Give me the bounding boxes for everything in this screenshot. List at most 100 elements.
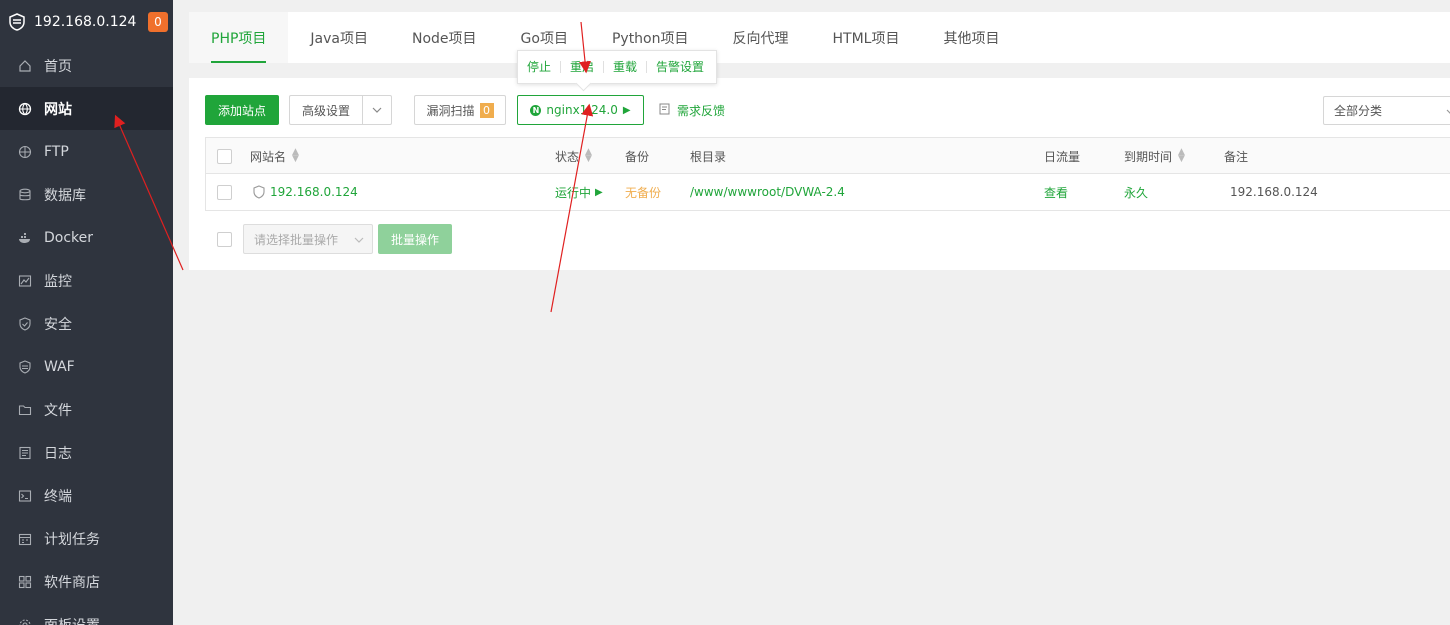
table-header-row: 网站名 ▲ ▼ 状态 ▲ ▼ 备份 根目录 日流量 到期时间 ▲ ▼ 备注 — [206, 138, 1450, 174]
sidebar-header: 192.168.0.124 0 — [0, 0, 173, 44]
sidebar-item-appstore[interactable]: 软件商店 — [0, 560, 173, 603]
site-name-link[interactable]: 192.168.0.124 — [252, 174, 358, 210]
sidebar-item-files[interactable]: 文件 — [0, 388, 173, 431]
feedback-link[interactable]: 需求反馈 — [659, 95, 725, 125]
sidebar-item-label: 日志 — [44, 445, 72, 462]
advanced-settings-button[interactable]: 高级设置 — [290, 96, 363, 124]
vulnerability-scan-button[interactable]: 漏洞扫描 0 — [414, 95, 506, 125]
root-dir-link[interactable]: /www/wwwroot/DVWA-2.4 — [690, 174, 845, 210]
add-site-button[interactable]: 添加站点 — [205, 95, 279, 125]
waf-icon — [18, 359, 32, 374]
chevron-down-icon — [354, 232, 364, 246]
site-list-panel: 添加站点 高级设置 漏洞扫描 0 N nginx1.24.0 ▶ 需求反馈 全部… — [189, 78, 1450, 270]
header-label: 状态 — [555, 149, 580, 164]
folder-icon — [18, 403, 32, 417]
home-icon — [18, 59, 32, 73]
batch-select-checkbox[interactable] — [217, 232, 232, 247]
site-name: 192.168.0.124 — [270, 185, 358, 199]
sort-icon: ▲ ▼ — [292, 147, 299, 164]
sidebar-item-security[interactable]: 安全 — [0, 302, 173, 345]
notification-badge[interactable]: 0 — [148, 12, 168, 32]
header-root-dir: 根目录 — [690, 149, 727, 164]
header-expire[interactable]: 到期时间 ▲ ▼ — [1124, 138, 1185, 174]
sidebar-item-label: Docker — [44, 229, 94, 246]
site-status[interactable]: 运行中 ▶ — [555, 174, 603, 210]
category-select[interactable]: 全部分类 — [1323, 96, 1450, 125]
header-label: 到期时间 — [1124, 149, 1173, 164]
tab-php[interactable]: PHP项目 — [189, 12, 289, 63]
project-tabs: PHP项目 Java项目 Node项目 Go项目 Python项目 反向代理 H… — [189, 12, 1450, 63]
traffic-link[interactable]: 查看 — [1044, 174, 1068, 210]
sidebar-item-waf[interactable]: WAF — [0, 345, 173, 388]
sidebar-item-logs[interactable]: 日志 — [0, 431, 173, 474]
host-ip: 192.168.0.124 — [34, 14, 137, 30]
sidebar-item-home[interactable]: 首页 — [0, 44, 173, 87]
sidebar-item-label: FTP — [44, 143, 69, 160]
header-backup: 备份 — [625, 149, 650, 164]
sidebar-item-label: 网站 — [44, 101, 72, 118]
play-icon: ▶ — [595, 186, 603, 198]
play-icon: ▶ — [622, 104, 631, 116]
tab-java[interactable]: Java项目 — [288, 12, 390, 63]
batch-operation-button[interactable]: 批量操作 — [378, 224, 452, 254]
sidebar-item-monitor[interactable]: 监控 — [0, 259, 173, 302]
chevron-down-icon[interactable] — [363, 96, 391, 124]
row-checkbox[interactable] — [217, 184, 232, 200]
sidebar-item-ftp[interactable]: FTP — [0, 130, 173, 173]
sidebar-item-database[interactable]: 数据库 — [0, 173, 173, 216]
shield-icon — [18, 316, 32, 331]
ftp-icon — [18, 145, 32, 159]
sidebar-item-label: 监控 — [44, 273, 72, 290]
nginx-service-button[interactable]: N nginx1.24.0 ▶ — [517, 95, 644, 125]
header-site-name[interactable]: 网站名 ▲ ▼ — [250, 138, 299, 174]
sidebar-item-label: 终端 — [44, 488, 72, 505]
apps-icon — [18, 575, 32, 589]
batch-operation-select[interactable]: 请选择批量操作 — [243, 224, 373, 254]
waf-shield-icon — [252, 185, 266, 199]
site-table: 网站名 ▲ ▼ 状态 ▲ ▼ 备份 根目录 日流量 到期时间 ▲ ▼ 备注 192. — [205, 137, 1450, 211]
scan-count-badge: 0 — [479, 102, 494, 118]
scan-label: 漏洞扫描 — [426, 103, 475, 118]
header-status[interactable]: 状态 ▲ ▼ — [555, 138, 592, 174]
alert-settings-action[interactable]: 告警设置 — [647, 61, 713, 73]
nginx-actions-popover: 停止 重启 重载 告警设置 — [517, 50, 717, 84]
sidebar-item-label: 计划任务 — [44, 531, 100, 548]
status-label: 运行中 — [555, 185, 592, 200]
tab-node[interactable]: Node项目 — [390, 12, 499, 63]
panel-logo-icon — [8, 13, 26, 31]
restart-action[interactable]: 重启 — [561, 61, 605, 73]
docker-icon — [18, 231, 32, 245]
settings-icon — [18, 618, 32, 625]
sidebar-item-cron[interactable]: 计划任务 — [0, 517, 173, 560]
tab-other[interactable]: 其他项目 — [921, 12, 1021, 63]
table-row: 192.168.0.124 运行中 ▶ 无备份 /www/wwwroot/DVW… — [206, 174, 1450, 210]
header-label: 网站名 — [250, 149, 287, 164]
tab-reverse-proxy[interactable]: 反向代理 — [711, 12, 811, 63]
sidebar-item-label: 文件 — [44, 402, 72, 419]
batch-placeholder: 请选择批量操作 — [254, 232, 339, 247]
sidebar-item-terminal[interactable]: 终端 — [0, 474, 173, 517]
nginx-version-label: nginx1.24.0 — [546, 103, 618, 117]
header-note: 备注 — [1224, 149, 1249, 164]
terminal-icon — [18, 489, 32, 503]
category-value: 全部分类 — [1334, 104, 1383, 118]
sidebar-item-label: 数据库 — [44, 187, 86, 204]
sidebar-item-docker[interactable]: Docker — [0, 216, 173, 259]
sidebar-item-settings[interactable]: 面板设置 — [0, 603, 173, 625]
expire-link[interactable]: 永久 — [1124, 174, 1148, 210]
sort-icon: ▲ ▼ — [585, 147, 592, 164]
select-all-checkbox[interactable] — [217, 148, 232, 164]
stop-action[interactable]: 停止 — [518, 61, 562, 73]
note-field[interactable]: 192.168.0.124 — [1230, 174, 1318, 210]
feedback-label: 需求反馈 — [677, 103, 726, 118]
database-icon — [18, 188, 32, 202]
sidebar-item-label: 面板设置 — [44, 615, 100, 625]
advanced-settings-dropdown[interactable]: 高级设置 — [289, 95, 392, 125]
tab-html[interactable]: HTML项目 — [811, 12, 922, 63]
edit-icon — [659, 103, 671, 118]
sidebar-item-website[interactable]: 网站 — [0, 87, 173, 130]
reload-action[interactable]: 重载 — [604, 61, 648, 73]
sidebar-item-label: WAF — [44, 358, 75, 375]
sort-icon: ▲ ▼ — [1178, 147, 1185, 164]
backup-link[interactable]: 无备份 — [625, 174, 661, 210]
